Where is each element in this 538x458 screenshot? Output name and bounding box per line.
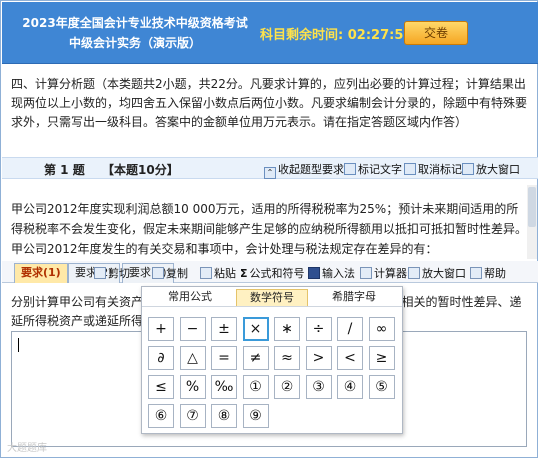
unmark-button[interactable]: 取消标记 bbox=[404, 161, 462, 177]
input-method-icon bbox=[308, 267, 320, 279]
symbol-key[interactable]: ≥ bbox=[368, 346, 395, 370]
symbol-key[interactable]: ± bbox=[211, 317, 237, 341]
timer-label: 科目剩余时间: bbox=[260, 28, 344, 43]
remaining-time: 科目剩余时间: 02:27:50 bbox=[260, 24, 412, 43]
calculator-icon bbox=[360, 267, 372, 279]
symbol-key[interactable]: ⑥ bbox=[148, 404, 174, 428]
copy-button[interactable]: 复制 bbox=[152, 265, 188, 281]
formula-symbol-label: 公式和符号 bbox=[249, 267, 305, 280]
help-icon bbox=[470, 267, 482, 279]
exam-title: 2023年度全国会计专业技术中级资格考试 中级会计实务（演示版） bbox=[10, 13, 260, 53]
scrollbar-thumb[interactable] bbox=[528, 187, 536, 227]
paste-label: 粘贴 bbox=[214, 267, 236, 280]
paste-button[interactable]: 粘贴 bbox=[200, 265, 236, 281]
symbol-picker-popup: 常用公式 数学符号 希腊字母 + − ± × ∗ ÷ / ∞ ∂ △ = ≠ ≈ > < ≥ ≤% ‰ ① ② ③ ④ ⑤ ⑥… bbox=[141, 286, 403, 434]
timer-value: 02:27:50 bbox=[347, 28, 413, 43]
enlarge-icon bbox=[408, 267, 420, 279]
tab-greek-letters[interactable]: 希腊字母 bbox=[318, 289, 390, 306]
symbol-key[interactable]: < bbox=[337, 346, 363, 370]
input-method-label: 输入法 bbox=[322, 267, 355, 280]
enlarge-window-label: 放大窗口 bbox=[476, 163, 520, 176]
watermark: 大题题库 bbox=[7, 443, 47, 454]
symbol-key[interactable]: + bbox=[148, 317, 174, 341]
mark-text-button[interactable]: 标记文字 bbox=[344, 161, 402, 177]
question-score: 【本题10分】 bbox=[102, 163, 179, 177]
enlarge-answer-label: 放大窗口 bbox=[422, 267, 466, 280]
exam-window: 2023年度全国会计专业技术中级资格考试 中级会计实务（演示版） 科目剩余时间:… bbox=[0, 0, 538, 458]
collapse-requirements-button[interactable]: ⌃ 收起题型要求 bbox=[264, 161, 344, 179]
enlarge-window-button[interactable]: 放大窗口 bbox=[462, 161, 520, 177]
symbol-key[interactable]: ⑦ bbox=[179, 404, 206, 428]
input-method-button[interactable]: 输入法 bbox=[308, 265, 355, 281]
text-caret bbox=[18, 338, 19, 352]
cut-label: 剪切 bbox=[108, 267, 130, 280]
cut-icon bbox=[94, 267, 106, 279]
question-passage: 甲公司2012年度实现利润总额10 000万元，适用的所得税税率为25%；预计未… bbox=[11, 202, 527, 256]
symbol-key[interactable]: − bbox=[179, 317, 206, 341]
tab-common-formulas[interactable]: 常用公式 bbox=[154, 289, 226, 306]
enlarge-window-icon bbox=[462, 163, 474, 175]
copy-icon bbox=[152, 267, 164, 279]
symbol-key[interactable]: ≠ bbox=[242, 346, 269, 370]
calculator-label: 计算器 bbox=[374, 267, 407, 280]
section-description: 四、计算分析题（本类题共2小题，共22分。凡要求计算的，应列出必要的计算过程；计… bbox=[11, 77, 528, 129]
symbol-key[interactable]: / bbox=[337, 317, 363, 341]
collapse-requirements-label: 收起题型要求 bbox=[278, 163, 344, 176]
paste-icon bbox=[200, 267, 212, 279]
exam-header: 2023年度全国会计专业技术中级资格考试 中级会计实务（演示版） 科目剩余时间:… bbox=[2, 2, 538, 64]
question-number: 第 1 题 bbox=[44, 163, 85, 177]
symbol-key[interactable]: ⑤ bbox=[368, 375, 395, 399]
passage-scrollbar[interactable] bbox=[527, 185, 537, 259]
help-label: 帮助 bbox=[484, 267, 506, 280]
calculator-button[interactable]: 计算器 bbox=[360, 265, 407, 281]
symbol-key[interactable]: ∂ bbox=[148, 346, 174, 370]
symbol-key[interactable]: ∞ bbox=[368, 317, 395, 341]
symbol-key[interactable]: ‰ bbox=[211, 375, 237, 399]
symbol-key[interactable]: ∗ bbox=[274, 317, 300, 341]
symbol-key[interactable]: ④ bbox=[337, 375, 363, 399]
enlarge-answer-window-button[interactable]: 放大窗口 bbox=[408, 265, 466, 281]
symbol-key[interactable]: ③ bbox=[305, 375, 332, 399]
collapse-icon: ⌃ bbox=[264, 167, 276, 179]
symbol-picker-tabs: 常用公式 数学符号 希腊字母 bbox=[142, 287, 402, 307]
unmark-label: 取消标记 bbox=[418, 163, 462, 176]
symbol-key[interactable]: % bbox=[179, 375, 206, 399]
exam-title-line2: 中级会计实务（演示版） bbox=[68, 36, 201, 50]
symbol-key[interactable]: = bbox=[211, 346, 237, 370]
help-button[interactable]: 帮助 bbox=[470, 265, 506, 281]
tab-math-symbols[interactable]: 数学符号 bbox=[236, 289, 308, 306]
symbol-key[interactable]: × bbox=[242, 317, 269, 341]
symbol-key[interactable]: ÷ bbox=[305, 317, 332, 341]
submit-exam-button[interactable]: 交卷 bbox=[404, 21, 468, 45]
symbol-key[interactable]: △ bbox=[179, 346, 206, 370]
symbol-key[interactable]: ① bbox=[242, 375, 269, 399]
copy-label: 复制 bbox=[166, 267, 188, 280]
symbol-key[interactable]: > bbox=[305, 346, 332, 370]
symbol-key[interactable]: ≈ bbox=[274, 346, 300, 370]
cut-button[interactable]: 剪切 bbox=[94, 265, 130, 281]
symbol-key[interactable]: ⑨ bbox=[242, 404, 269, 428]
question-bar: 第 1 题 【本题10分】 ⌃ 收起题型要求 标记文字 取消标记 放大窗口 bbox=[2, 157, 538, 179]
tab-requirement-1[interactable]: 要求(1) bbox=[14, 263, 68, 283]
sigma-icon: Σ bbox=[240, 267, 248, 280]
mark-text-label: 标记文字 bbox=[358, 163, 402, 176]
symbol-key[interactable]: ≤ bbox=[148, 375, 174, 399]
unmark-icon bbox=[404, 163, 416, 175]
answer-tab-bar: 要求(1) 要求(2) 要求(3) 剪切 复制 粘贴 Σ公式和符号 输入法 计算… bbox=[2, 261, 538, 283]
symbol-key[interactable]: ⑧ bbox=[211, 404, 237, 428]
exam-title-line1: 2023年度全国会计专业技术中级资格考试 bbox=[22, 16, 248, 30]
symbol-key[interactable]: ② bbox=[274, 375, 300, 399]
mark-text-icon bbox=[344, 163, 356, 175]
formula-symbol-button[interactable]: Σ 公式和符号 bbox=[240, 265, 305, 281]
